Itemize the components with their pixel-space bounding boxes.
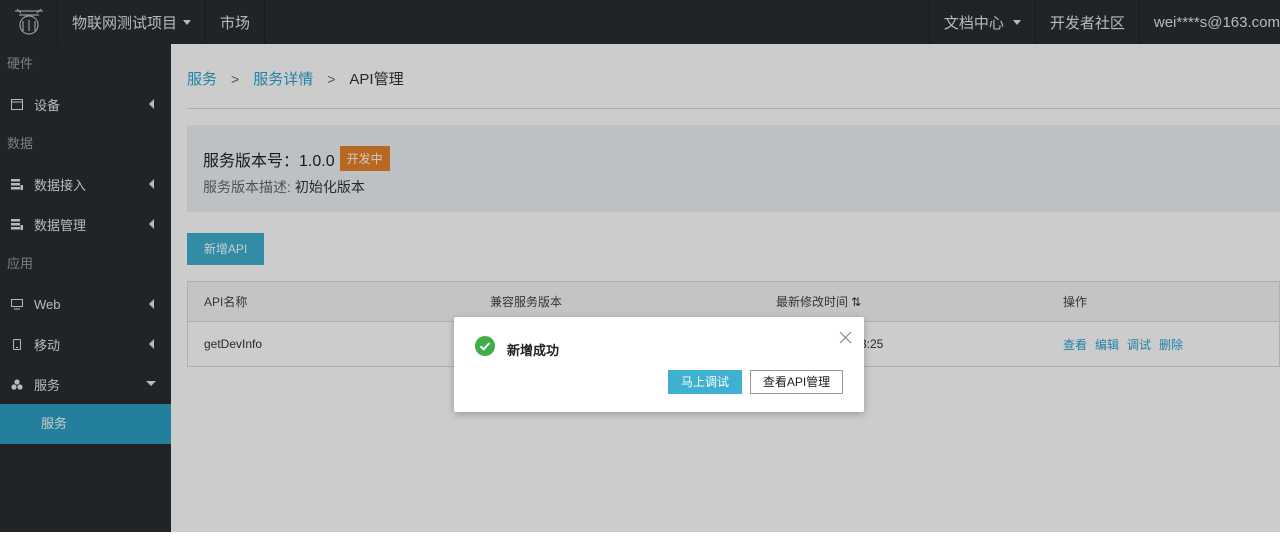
success-dialog: 新增成功 马上调试 查看API管理	[454, 317, 864, 412]
check-circle-icon	[475, 336, 495, 356]
modal-backdrop[interactable]	[0, 0, 1280, 532]
view-api-management-button[interactable]: 查看API管理	[750, 370, 843, 394]
bottom-strip	[0, 532, 1280, 550]
debug-now-button[interactable]: 马上调试	[668, 370, 742, 394]
close-icon[interactable]	[839, 331, 852, 344]
success-message: 新增成功	[507, 343, 560, 358]
